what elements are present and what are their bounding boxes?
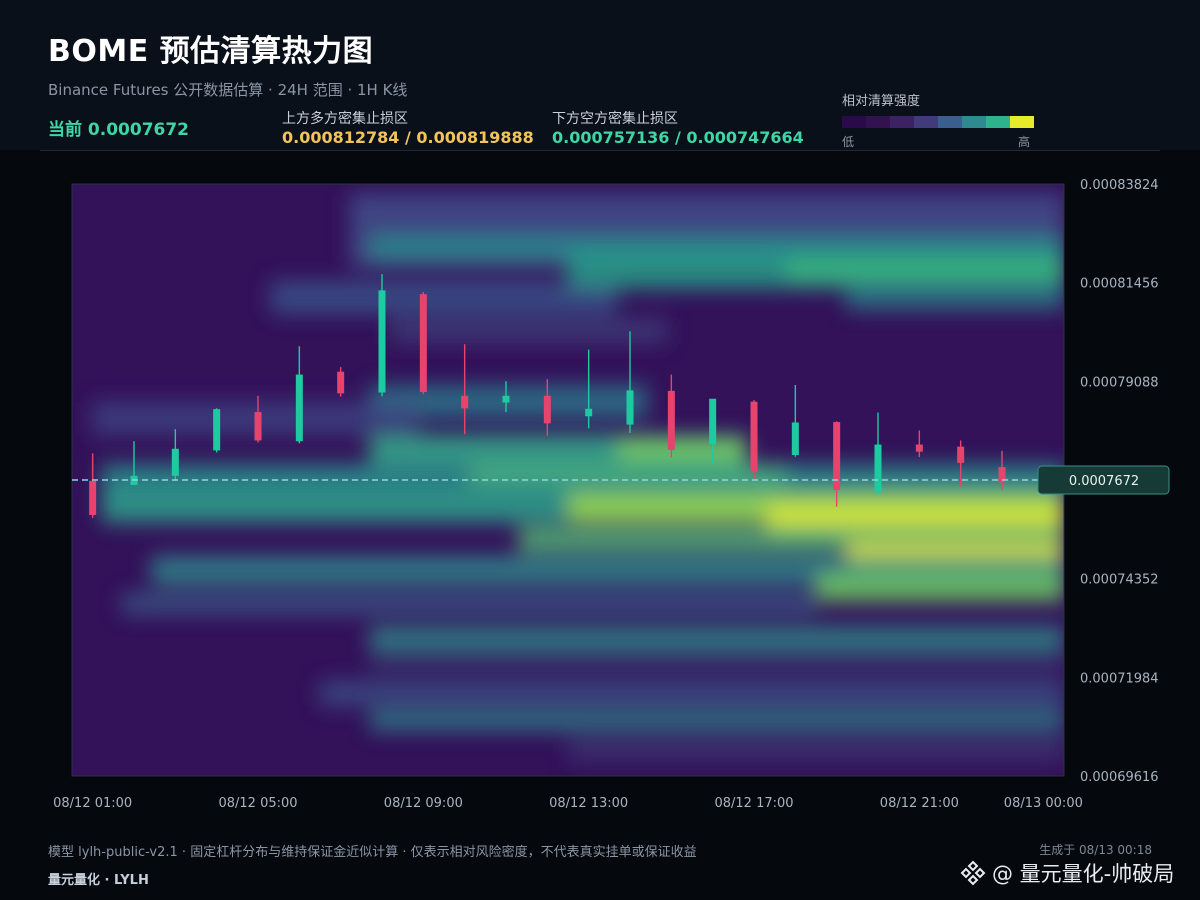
candle-body-16 xyxy=(750,401,758,473)
candle-body-5 xyxy=(295,374,303,442)
candle-body-2 xyxy=(171,448,179,476)
candle-body-3 xyxy=(213,409,221,451)
x-tick-label: 08/12 21:00 xyxy=(880,796,959,811)
x-tick-label: 08/12 05:00 xyxy=(218,796,297,811)
candle-body-20 xyxy=(915,444,923,452)
x-tick-label: 08/12 09:00 xyxy=(384,796,463,811)
heat-band-19 xyxy=(816,572,1064,602)
candle-body-6 xyxy=(337,371,345,394)
candle-body-19 xyxy=(874,444,882,493)
candle-body-15 xyxy=(709,398,717,445)
watermark-text: @ 量元量化-帅破局 xyxy=(992,862,1175,886)
heat-band-12 xyxy=(468,464,787,485)
generated-time: 生成于 08/13 00:18 xyxy=(1039,843,1152,857)
y-tick-label: 0.00069616 xyxy=(1080,770,1159,785)
heat-band-25 xyxy=(568,739,1064,760)
heat-band-2 xyxy=(389,318,668,344)
heat-band-10 xyxy=(617,439,747,460)
x-tick-label: 08/12 01:00 xyxy=(53,796,132,811)
candle-body-14 xyxy=(667,390,675,450)
y-tick-label: 0.00074352 xyxy=(1080,573,1159,588)
candle-body-10 xyxy=(502,395,510,403)
footer-brand: 量元量化 · LYLH xyxy=(48,873,149,888)
candle-body-12 xyxy=(585,408,593,417)
x-tick-label: 08/12 13:00 xyxy=(549,796,628,811)
candle-body-21 xyxy=(957,446,965,463)
x-tick-label: 08/12 17:00 xyxy=(714,796,793,811)
heat-band-21 xyxy=(369,626,1064,652)
y-tick-label: 0.00071984 xyxy=(1080,671,1159,686)
y-tick-label: 0.00081456 xyxy=(1080,277,1159,292)
candle-body-11 xyxy=(543,395,551,424)
heat-band-1 xyxy=(270,280,618,315)
candle-body-0 xyxy=(89,480,97,515)
candle-body-4 xyxy=(254,412,262,441)
heat-band-20 xyxy=(121,593,817,615)
watermark: @ 量元量化-帅破局 xyxy=(960,858,1174,888)
heat-band-22 xyxy=(369,655,1064,673)
candle-body-8 xyxy=(419,294,427,393)
candle-body-13 xyxy=(626,390,634,425)
x-tick-label: 08/13 00:00 xyxy=(1004,796,1083,811)
heat-band-6 xyxy=(845,285,1064,310)
candle-body-9 xyxy=(461,395,469,409)
heat-band-5 xyxy=(786,260,1064,281)
current-price-tag-label: 0.0007672 xyxy=(1069,474,1139,489)
candle-body-17 xyxy=(791,422,799,455)
y-tick-label: 0.00079088 xyxy=(1080,375,1159,390)
x-axis: 08/12 01:00 08/12 05:00 08/12 09:00 08/12 1… xyxy=(53,796,1083,811)
footer-note: 模型 lylh-public-v2.1 · 固定杠杆分布与维持保证金近似计算 ·… xyxy=(48,845,697,860)
liquidation-heatmap-chart: 0.0007672 0.00083824 0.00081456 0.00079088… xyxy=(53,178,1170,811)
heat-band-24 xyxy=(369,710,1064,731)
heat-band-23 xyxy=(320,680,1064,706)
candle-body-7 xyxy=(378,290,386,393)
y-tick-label: 0.00083824 xyxy=(1080,178,1159,193)
binance-square-icon xyxy=(960,860,986,886)
